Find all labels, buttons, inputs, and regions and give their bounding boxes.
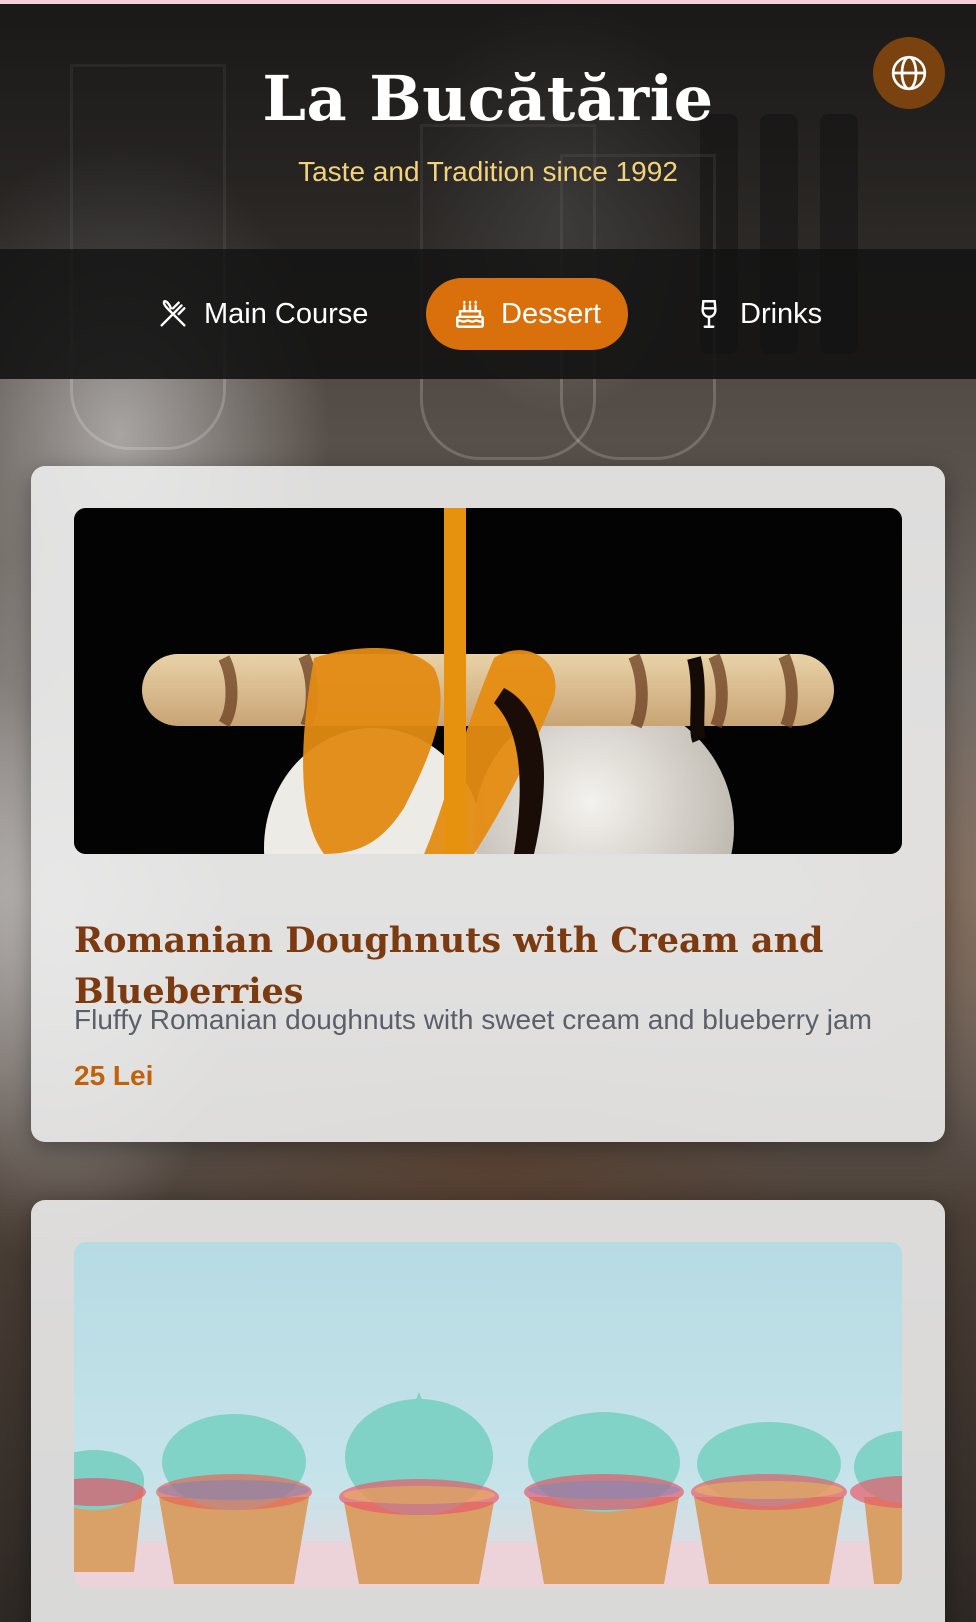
dish-description: Fluffy Romanian doughnuts with sweet cre… xyxy=(74,1004,872,1035)
globe-icon xyxy=(891,55,927,91)
cake-icon xyxy=(453,297,487,331)
site-header: La Bucătărie Taste and Tradition since 1… xyxy=(0,4,976,249)
tab-drinks[interactable]: Drinks xyxy=(692,278,822,350)
menu-item-card[interactable] xyxy=(31,1200,945,1622)
language-button[interactable] xyxy=(873,37,945,109)
tab-main-course-label: Main Course xyxy=(204,297,369,330)
tab-dessert-label: Dessert xyxy=(501,297,601,330)
wine-glass-icon xyxy=(692,297,726,331)
tab-main-course[interactable]: Main Course xyxy=(156,278,368,350)
restaurant-tagline: Taste and Tradition since 1992 xyxy=(298,156,678,187)
dish-photo xyxy=(74,508,902,854)
dish-photo xyxy=(74,1242,902,1588)
dish-price: 25 Lei xyxy=(74,1060,154,1091)
dish-name: Romanian Doughnuts with Cream and Bluebe… xyxy=(74,920,824,1013)
menu-page: La Bucătărie Taste and Tradition since 1… xyxy=(0,0,976,1622)
restaurant-name: La Bucătărie xyxy=(262,62,714,135)
category-tabs: Main Course Dessert Drinks xyxy=(0,249,976,379)
tab-dessert[interactable]: Dessert xyxy=(426,278,628,350)
tab-drinks-label: Drinks xyxy=(740,297,823,330)
menu-item-card[interactable]: Romanian Doughnuts with Cream and Bluebe… xyxy=(31,466,945,1142)
utensils-icon xyxy=(156,297,190,331)
